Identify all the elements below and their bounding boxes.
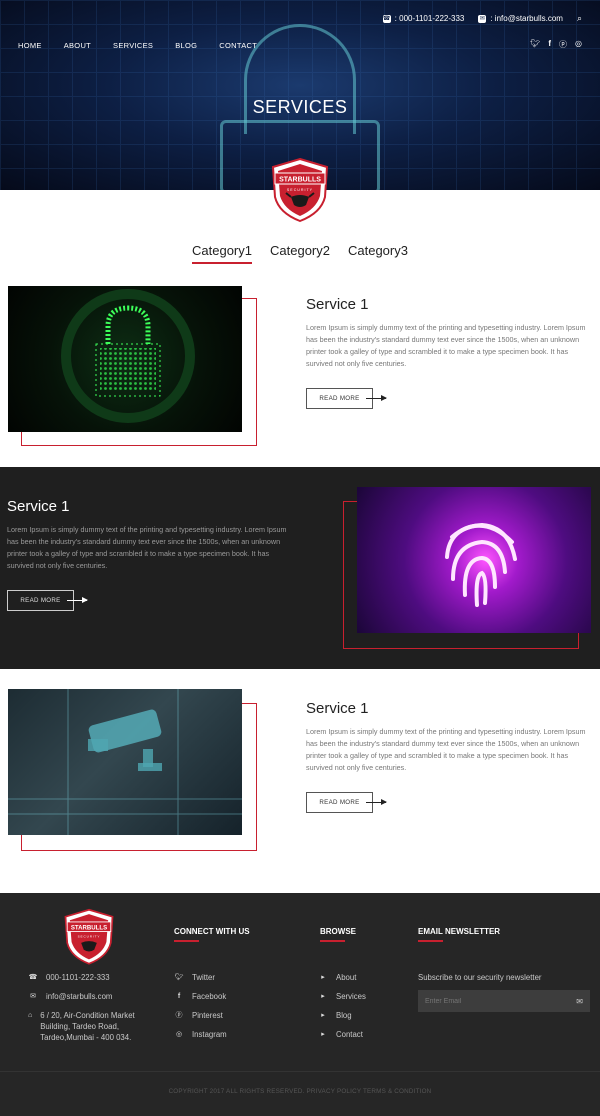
twitter-icon: 🐦︎ [174,974,184,981]
main-nav: HOME ABOUT SERVICES BLOG CONTACT [18,41,257,50]
footer-browse-label: About [336,973,357,982]
service-3-read-more-button[interactable]: READ MORE [306,792,373,813]
starbulls-logo[interactable]: STARBULLS SECURITY [269,157,331,223]
newsletter-heading: EMAIL NEWSLETTER [418,927,501,942]
service-1-text: Lorem Ipsum is simply dummy text of the … [306,323,586,368]
service-3-image [8,689,242,835]
footer-browse-label: Blog [336,1011,352,1020]
fingerprint-graphic [445,522,517,607]
newsletter-form: ✉ [418,990,590,1012]
pinterest-icon: ⓟ [175,1012,183,1019]
envelope-icon: ✉ [478,14,487,23]
facebook-icon: f [177,993,181,1000]
footer-email[interactable]: ✉ info@starbulls.com [28,991,112,1002]
tab-category2[interactable]: Category2 [270,243,330,264]
social-links-top: 🐦︎ f ⓟ ◎ [530,39,582,50]
footer-link-label: Pinterest [192,1011,223,1020]
facebook-icon[interactable]: f [548,39,551,50]
caret-right-icon: ▸ [321,1012,325,1019]
arrow-right-icon [366,395,387,401]
top-phone[interactable]: ☎ : 000-1101-222-333 [382,14,465,23]
service-3-text: Lorem Ipsum is simply dummy text of the … [306,727,586,772]
footer-email-text: info@starbulls.com [46,992,113,1001]
footer-browse-contact[interactable]: ▸ Contact [318,1029,363,1040]
service-1-image [8,286,242,432]
arrow-right-icon [67,597,88,603]
footer-browse-services[interactable]: ▸ Services [318,991,366,1002]
footer-browse-about[interactable]: ▸ About [318,972,356,983]
top-phone-text: : 000-1101-222-333 [394,14,465,23]
nav-contact[interactable]: CONTACT [219,41,257,50]
svg-text:SECURITY: SECURITY [78,935,101,939]
copyright-text: COPYRIGHT 2017 ALL RIGHTS RESERVED. PRIV… [168,1088,432,1095]
svg-text:STARBULLS: STARBULLS [279,177,321,184]
service-1-read-more-button[interactable]: READ MORE [306,388,373,409]
footer-link-label: Instagram [192,1030,227,1039]
footer-link-facebook[interactable]: f Facebook [174,991,226,1002]
arrow-right-icon [366,799,387,805]
footer-phone-text: 000-1101-222-333 [46,973,110,982]
browse-heading: BROWSE [320,927,356,942]
footer-link-label: Facebook [192,992,227,1001]
shield-logo-icon: STARBULLS SECURITY [271,157,329,223]
footer-link-pinterest[interactable]: ⓟ Pinterest [174,1010,223,1021]
twitter-icon[interactable]: 🐦︎ [530,39,540,50]
envelope-submit-icon[interactable]: ✉ [576,997,583,1006]
instagram-icon: ◎ [175,1031,183,1038]
home-icon: ⌂ [28,1012,33,1019]
caret-right-icon: ▸ [321,974,325,981]
page-title: SERVICES [252,97,348,117]
phone-icon: ☎ [382,14,391,23]
svg-text:STARBULLS: STARBULLS [71,924,107,931]
shield-logo-icon: STARBULLS SECURITY [64,908,114,965]
service-2-text: Lorem Ipsum is simply dummy text of the … [7,525,287,570]
nav-services[interactable]: SERVICES [113,41,153,50]
caret-right-icon: ▸ [321,993,325,1000]
nav-home[interactable]: HOME [18,41,42,50]
digital-lock-graphic [61,289,195,423]
footer-logo[interactable]: STARBULLS SECURITY [62,908,116,965]
footer-link-twitter[interactable]: 🐦︎ Twitter [174,972,215,983]
nav-about[interactable]: ABOUT [64,41,91,50]
svg-text:SECURITY: SECURITY [287,188,313,192]
envelope-icon: ✉ [30,993,36,1000]
newsletter-subtitle: Subscribe to our security newsletter [418,973,542,982]
nav-blog[interactable]: BLOG [175,41,197,50]
search-icon[interactable]: ⌕ [577,13,582,24]
tab-category3[interactable]: Category3 [348,243,408,264]
tab-category1[interactable]: Category1 [192,243,252,264]
newsletter-email-input[interactable] [425,997,565,1005]
service-3-title: Service 1 [306,700,369,717]
instagram-icon[interactable]: ◎ [575,39,582,50]
service-1-title: Service 1 [306,296,369,313]
footer-browse-label: Services [336,992,366,1001]
footer-link-label: Twitter [192,973,215,982]
top-email[interactable]: ✉ : info@starbulls.com [478,14,563,23]
footer-link-instagram[interactable]: ◎ Instagram [174,1029,227,1040]
footer-phone[interactable]: ☎ 000-1101-222-333 [28,972,110,983]
pinterest-icon[interactable]: ⓟ [559,39,567,50]
service-2-image [357,487,591,633]
service-2-title: Service 1 [7,498,70,515]
footer-address-text: 6 / 20, Air-Condition Market Building, T… [40,1011,135,1042]
footer-address: ⌂ 6 / 20, Air-Condition Market Building,… [28,1010,153,1043]
connect-heading: CONNECT WITH US [174,927,250,942]
footer-browse-blog[interactable]: ▸ Blog [318,1010,352,1021]
footer-divider [0,1071,600,1072]
category-tabs: Category1 Category2 Category3 [0,243,600,264]
footer-browse-label: Contact [336,1030,363,1039]
caret-right-icon: ▸ [321,1031,325,1038]
service-2-read-more-button[interactable]: READ MORE [7,590,74,611]
phone-icon: ☎ [28,974,38,981]
security-camera-graphic [8,689,242,835]
top-email-text: : info@starbulls.com [490,14,563,23]
top-contact-bar: ☎ : 000-1101-222-333 ✉ : info@starbulls.… [382,13,582,24]
